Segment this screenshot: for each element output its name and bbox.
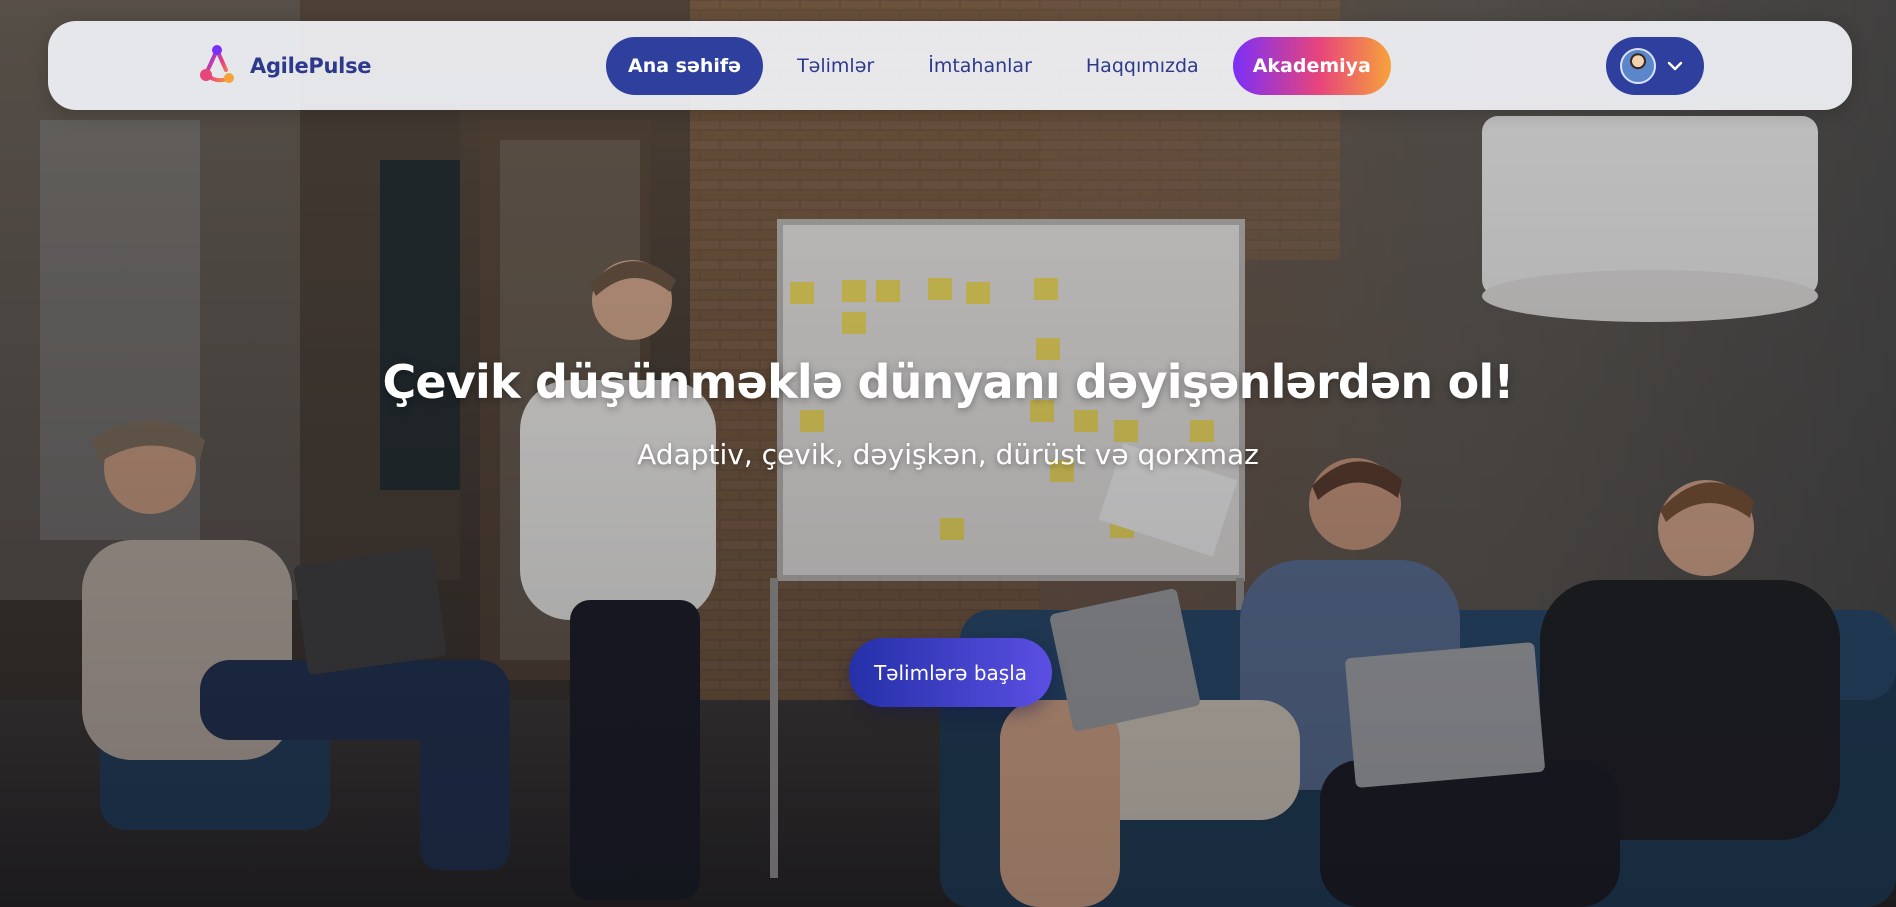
main-nav: Ana səhifə Təlimlər İmtahanlar Haqqımızd… bbox=[606, 37, 1405, 95]
navbar: AgilePulse Ana səhifə Təlimlər İmtahanla… bbox=[48, 21, 1852, 110]
brand-name: AgilePulse bbox=[250, 54, 372, 78]
hero-section: AgilePulse Ana səhifə Təlimlər İmtahanla… bbox=[0, 0, 1896, 907]
nav-trainings[interactable]: Təlimlər bbox=[777, 37, 894, 95]
nav-home[interactable]: Ana səhifə bbox=[606, 37, 764, 95]
hero-subtitle: Adaptiv, çevik, dəyişkən, dürüst və qorx… bbox=[637, 438, 1259, 471]
avatar bbox=[1620, 48, 1656, 84]
agilepulse-logo-icon bbox=[200, 45, 234, 83]
chevron-down-icon bbox=[1667, 61, 1683, 71]
start-trainings-button[interactable]: Təlimlərə başla bbox=[849, 638, 1052, 707]
user-menu-button[interactable] bbox=[1606, 37, 1704, 95]
hero-title: Çevik düşünməklə dünyanı dəyişənlərdən o… bbox=[382, 355, 1514, 409]
brand-link[interactable]: AgilePulse bbox=[196, 44, 372, 88]
nav-academy[interactable]: Akademiya bbox=[1232, 37, 1391, 95]
nav-about[interactable]: Haqqımızda bbox=[1066, 37, 1219, 95]
nav-exams[interactable]: İmtahanlar bbox=[908, 37, 1052, 95]
